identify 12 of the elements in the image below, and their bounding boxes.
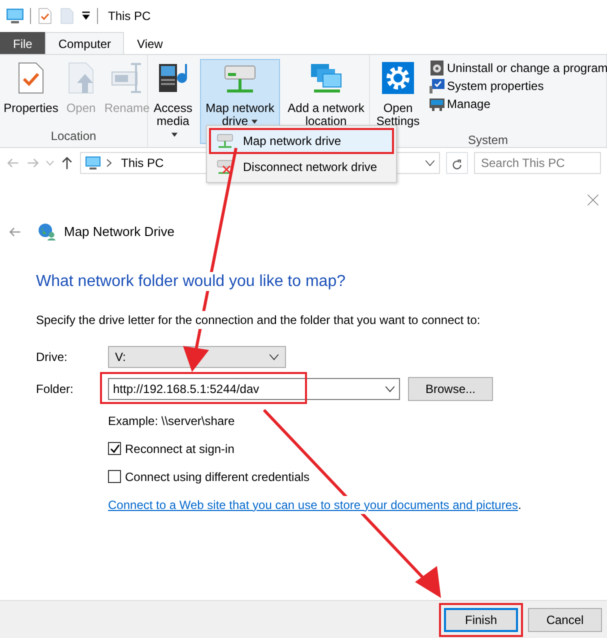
field-label: Drive: <box>36 348 68 366</box>
group-label: Location <box>50 128 98 145</box>
checkbox-label: Reconnect at sign-in <box>125 440 234 458</box>
window-title: This PC <box>108 8 151 25</box>
example-text: Example: \\server\share <box>108 412 236 430</box>
field-label: Folder: <box>36 380 74 398</box>
checkbox-label: Connect using different credentials <box>125 468 310 486</box>
dialog-title: Map Network Drive <box>64 223 175 241</box>
group-label: System <box>466 132 509 149</box>
instruction-text: Specify the drive letter for the connection and the folder that you want to connect to: <box>36 310 480 329</box>
period-text: . <box>518 496 522 514</box>
dialog-heading: What network folder would you like to map? <box>36 272 346 291</box>
